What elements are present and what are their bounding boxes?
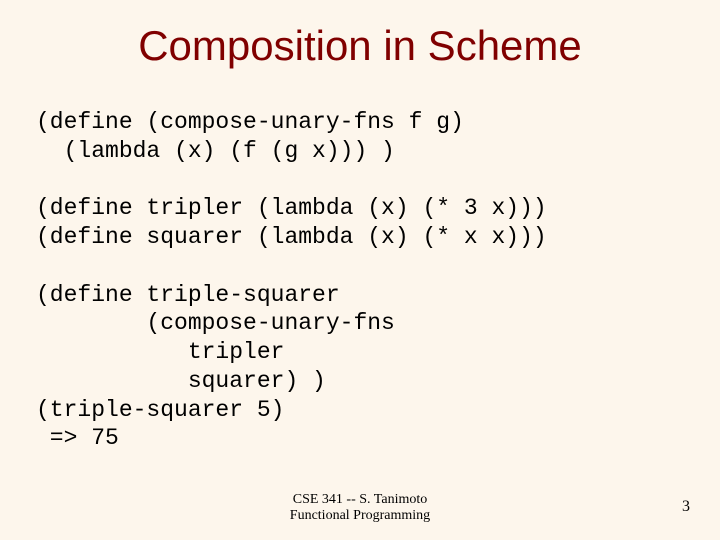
code-line: (compose-unary-fns xyxy=(36,310,395,336)
code-line: (lambda (x) (f (g x))) ) xyxy=(36,138,395,164)
footer-line2: Functional Programming xyxy=(290,508,430,523)
slide-title: Composition in Scheme xyxy=(0,22,720,70)
code-line: tripler xyxy=(36,339,284,365)
code-line: (define tripler (lambda (x) (* 3 x))) xyxy=(36,195,547,221)
code-line: (define (compose-unary-fns f g) xyxy=(36,109,464,135)
code-line: (define triple-squarer xyxy=(36,282,340,308)
footer-line1: CSE 341 -- S. Tanimoto xyxy=(293,492,428,507)
footer: CSE 341 -- S. Tanimoto Functional Progra… xyxy=(0,492,720,524)
code-line: (triple-squarer 5) xyxy=(36,397,284,423)
code-line: (define squarer (lambda (x) (* x x))) xyxy=(36,224,547,250)
page-number: 3 xyxy=(682,498,690,516)
slide: Composition in Scheme (define (compose-u… xyxy=(0,0,720,540)
code-line: squarer) ) xyxy=(36,368,326,394)
code-line: => 75 xyxy=(36,425,119,451)
code-block: (define (compose-unary-fns f g) (lambda … xyxy=(36,108,547,453)
